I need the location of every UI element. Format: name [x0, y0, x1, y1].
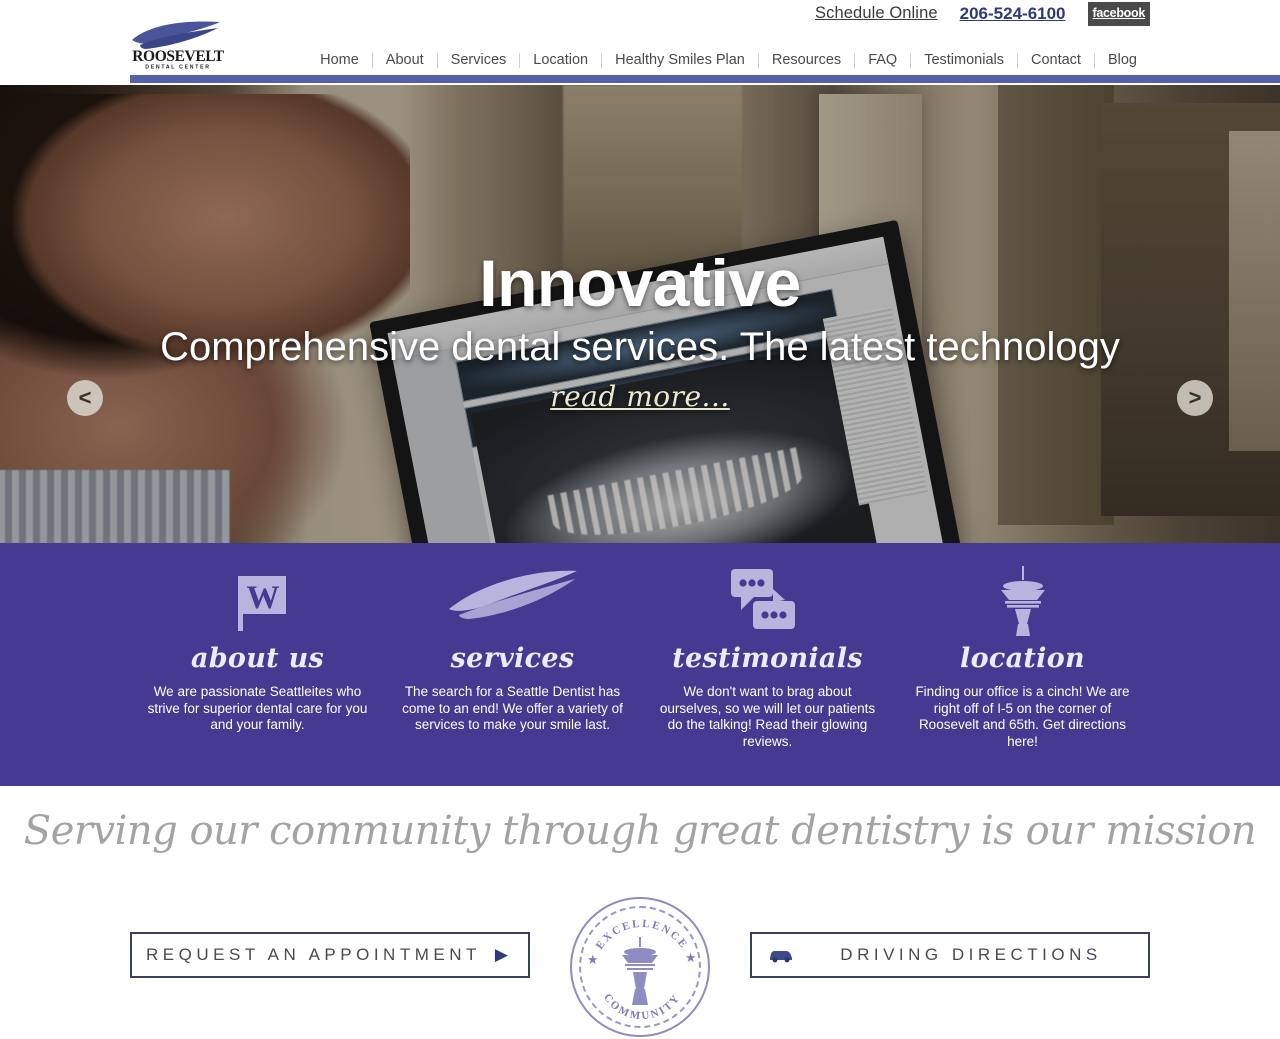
header-accent-bar: [130, 75, 1280, 83]
nav-item-blog[interactable]: Blog: [1095, 48, 1150, 72]
facebook-icon[interactable]: facebook: [1087, 2, 1150, 26]
feature-text: We are passionate Seattleites who strive…: [147, 684, 368, 732]
space-needle-icon: [895, 565, 1150, 637]
hero-subtitle: Comprehensive dental services. The lates…: [160, 325, 1120, 369]
driving-directions-label: DRIVING DIRECTIONS: [840, 945, 1102, 964]
site-header: ROOSEVELT DENTAL CENTER Schedule Online …: [0, 0, 1280, 85]
schedule-online-link[interactable]: Schedule Online: [815, 4, 938, 23]
feature-card-testimonials[interactable]: testimonials We don't want to brag about…: [640, 543, 895, 786]
feature-title: testimonials: [672, 643, 863, 674]
nav-item-services[interactable]: Services: [438, 48, 520, 72]
slider-next-arrow-icon[interactable]: >: [1177, 380, 1213, 416]
utility-bar: Schedule Online 206-524-6100 facebook: [815, 2, 1150, 26]
seal-space-needle-icon: [622, 937, 658, 1005]
svg-text:W: W: [246, 580, 279, 616]
main-navigation: Home About Services Location Healthy Smi…: [307, 48, 1150, 72]
nav-item-contact[interactable]: Contact: [1018, 48, 1094, 72]
excellence-seal-badge: ★ EXCELLENCE ★ COMMUNITY: [570, 897, 710, 1037]
nav-item-testimonials[interactable]: Testimonials: [911, 48, 1017, 72]
feature-card-services[interactable]: services The search for a Seattle Dentis…: [385, 543, 640, 786]
request-appointment-button[interactable]: REQUEST AN APPOINTMENT ▶: [130, 932, 530, 978]
feature-text: The search for a Seattle Dentist has com…: [402, 684, 623, 732]
feature-text: Finding our office is a cinch! We are ri…: [915, 684, 1130, 749]
feature-card-location[interactable]: location Finding our office is a cinch! …: [895, 543, 1150, 786]
speech-bubbles-icon: [640, 565, 895, 637]
logo-mark: ROOSEVELT DENTAL CENTER: [132, 21, 225, 71]
svg-text:ROOSEVELT: ROOSEVELT: [132, 48, 225, 65]
car-icon: [752, 947, 794, 963]
feature-title: services: [450, 643, 575, 674]
play-arrow-icon: ▶: [494, 945, 508, 964]
hero-copy: Innovative Comprehensive dental services…: [0, 85, 1280, 543]
hero-slider: Innovative Comprehensive dental services…: [0, 85, 1280, 543]
hero-read-more-link[interactable]: read more...: [550, 380, 730, 413]
nav-item-healthy-smiles-plan[interactable]: Healthy Smiles Plan: [602, 48, 758, 72]
feature-text: We don't want to brag about ourselves, s…: [659, 684, 876, 749]
nav-item-about[interactable]: About: [373, 48, 437, 72]
feature-card-about-us[interactable]: W about us We are passionate Seattleites…: [130, 543, 385, 786]
phone-link[interactable]: 206-524-6100: [960, 4, 1066, 24]
request-appointment-label: REQUEST AN APPOINTMENT: [146, 945, 481, 964]
nav-item-home[interactable]: Home: [307, 48, 372, 72]
hero-title: Innovative: [479, 246, 801, 320]
feature-title: location: [960, 643, 1085, 674]
flag-w-icon: W: [130, 565, 385, 637]
driving-directions-button[interactable]: DRIVING DIRECTIONS: [750, 932, 1150, 978]
feature-title: about us: [190, 643, 325, 674]
mission-statement: Serving our community through great dent…: [23, 808, 1257, 854]
nav-item-location[interactable]: Location: [520, 48, 601, 72]
site-logo[interactable]: ROOSEVELT DENTAL CENTER: [128, 18, 228, 70]
slider-prev-arrow-icon[interactable]: <: [67, 380, 103, 416]
svg-text:DENTAL CENTER: DENTAL CENTER: [145, 65, 210, 71]
nav-item-faq[interactable]: FAQ: [855, 48, 910, 72]
nav-item-resources[interactable]: Resources: [759, 48, 854, 72]
feature-band: W about us We are passionate Seattleites…: [0, 543, 1280, 786]
swoosh-icon: [385, 565, 640, 637]
